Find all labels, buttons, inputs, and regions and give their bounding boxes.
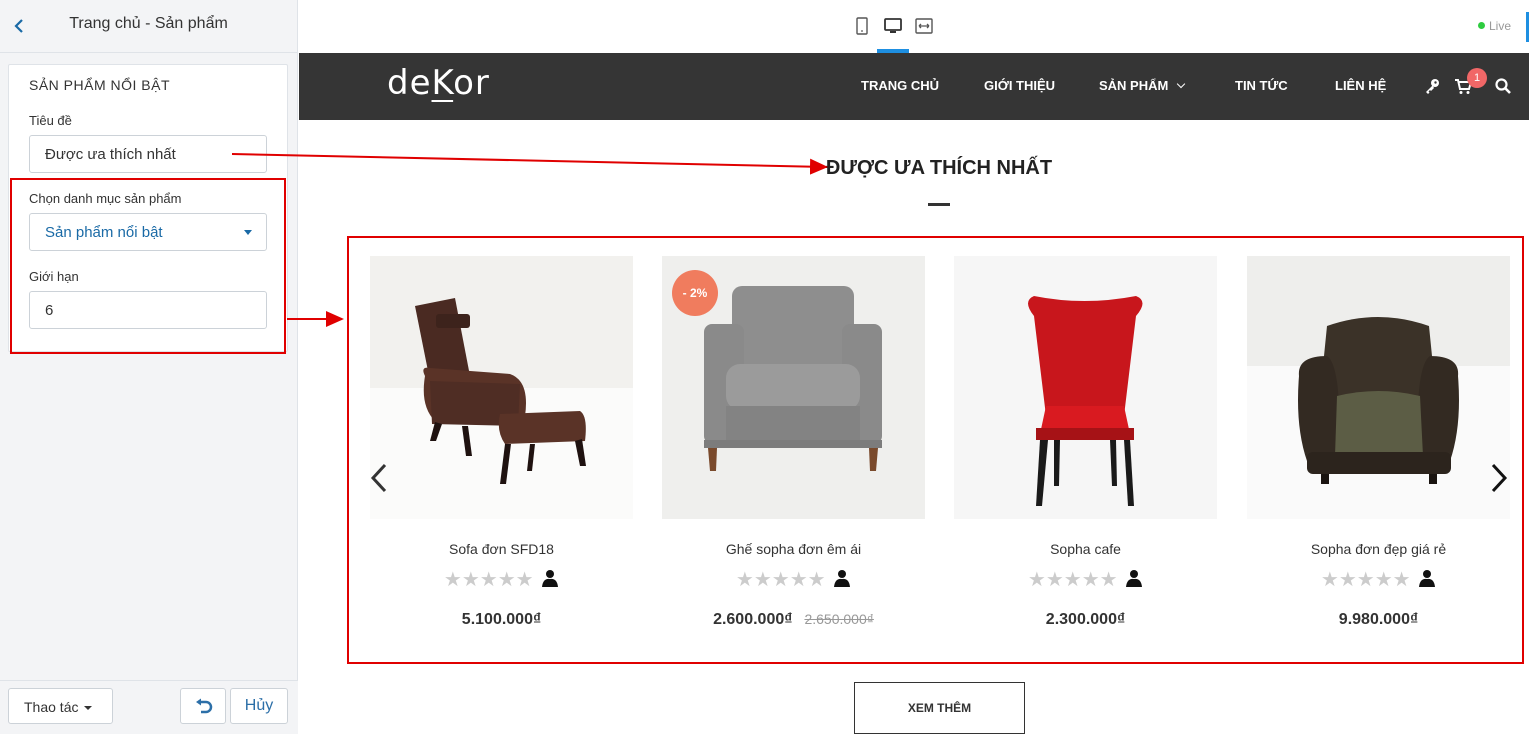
nav-item-contact[interactable]: LIÊN HỆ	[1335, 78, 1386, 93]
live-dot	[1477, 22, 1485, 29]
customizer-root: Trang chủ - Sản phẩm SẢN PHẨM NỔI BẬT Ti…	[0, 0, 1529, 734]
actions-dropdown-button[interactable]: Thao tác	[8, 688, 113, 724]
nav-item-home[interactable]: TRANG CHỦ	[861, 78, 939, 93]
undo-icon	[196, 698, 213, 714]
nav-item-products-label: SẢN PHẨM	[1099, 78, 1169, 93]
nav-item-products[interactable]: SẢN PHẨM	[1099, 78, 1186, 93]
logo-text-3: or	[453, 63, 490, 103]
actions-label: Thao tác	[24, 699, 79, 715]
search-button[interactable]	[1494, 77, 1512, 95]
title-underline	[928, 203, 950, 206]
site-logo[interactable]: deKor	[387, 63, 490, 103]
sidebar-header: Trang chủ - Sản phẩm	[0, 0, 297, 53]
undo-button[interactable]	[180, 688, 226, 724]
cart-count-badge: 1	[1467, 68, 1487, 88]
section-title: ĐƯỢC ƯA THÍCH NHẤT	[825, 157, 1053, 179]
search-icon	[1495, 78, 1511, 94]
nav-item-news[interactable]: TIN TỨC	[1235, 78, 1288, 93]
live-label: Live	[1488, 19, 1511, 33]
title-input[interactable]: Được ưa thích nhất	[29, 135, 267, 173]
fullwidth-icon	[915, 18, 933, 34]
annotation-box-settings	[10, 178, 286, 354]
desktop-icon	[884, 18, 902, 33]
fullwidth-view-button[interactable]	[914, 16, 934, 36]
cancel-button[interactable]: Hủy	[230, 688, 288, 724]
panel-title: SẢN PHẨM NỔI BẬT	[29, 77, 171, 93]
caret-down-icon	[84, 706, 92, 710]
nav-item-about[interactable]: GIỚI THIỆU	[984, 78, 1055, 93]
site-header: deKor TRANG CHỦ GIỚI THIỆU SẢN PHẨM TIN …	[299, 53, 1529, 120]
account-button[interactable]	[1423, 77, 1441, 95]
sidebar-title: Trang chủ - Sản phẩm	[69, 15, 228, 32]
key-icon	[1426, 79, 1439, 94]
view-more-button[interactable]: XEM THÊM	[854, 682, 1025, 734]
live-status: Live	[1477, 19, 1511, 33]
mobile-icon	[856, 17, 868, 35]
annotation-box-products	[347, 236, 1524, 664]
logo-text-2: K	[431, 63, 454, 103]
logo-text-1: de	[387, 63, 432, 103]
chevron-down-icon	[1177, 79, 1186, 89]
desktop-view-button[interactable]	[883, 16, 903, 36]
title-field-label: Tiêu đề	[29, 113, 72, 128]
preview-toolbar: Live	[299, 0, 1529, 53]
sidebar-footer: Thao tác Hủy	[0, 680, 298, 734]
customizer-sidebar: Trang chủ - Sản phẩm SẢN PHẨM NỔI BẬT Ti…	[0, 0, 298, 734]
mobile-view-button[interactable]	[852, 16, 872, 36]
